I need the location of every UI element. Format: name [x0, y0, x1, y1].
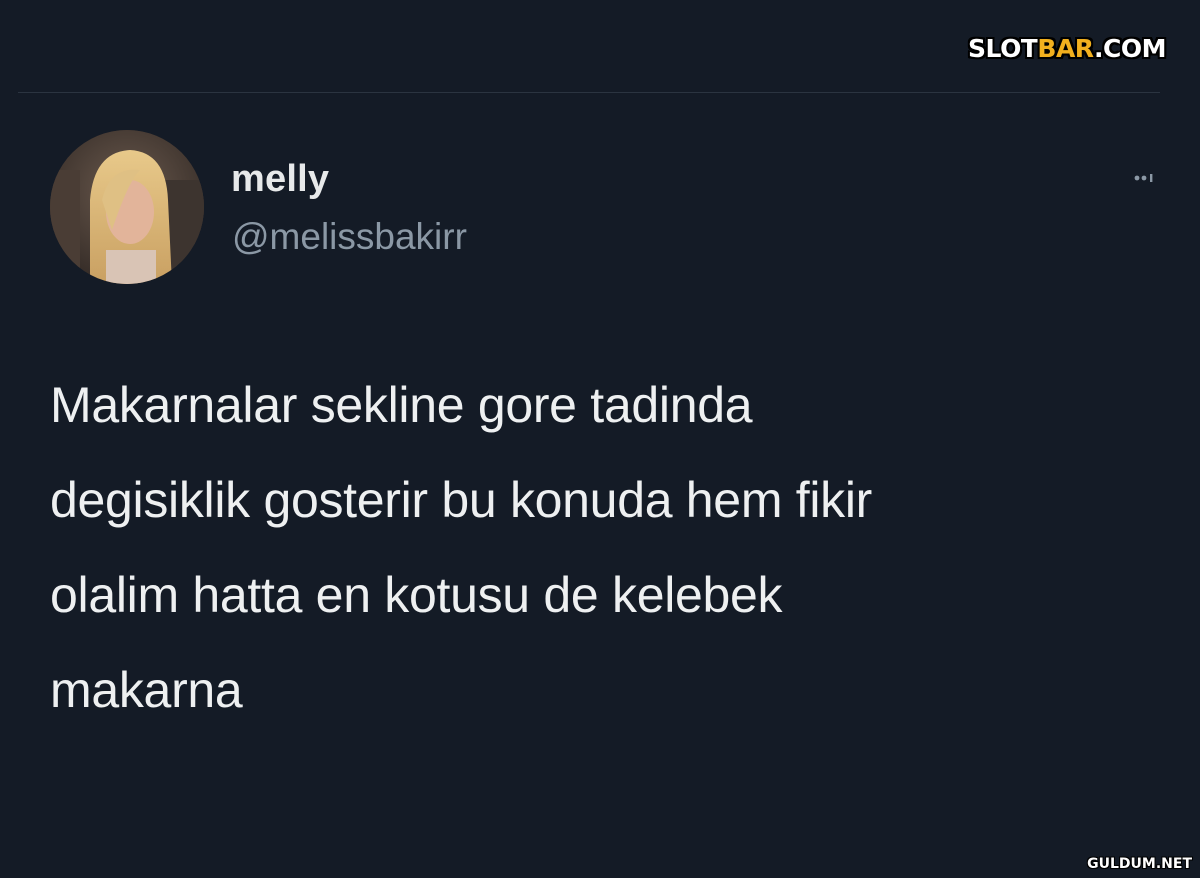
top-divider	[18, 92, 1160, 93]
watermark-part-com: .COM	[1094, 34, 1166, 63]
profile-photo-icon	[50, 130, 204, 284]
slotbar-watermark: SLOTBAR.COM	[968, 34, 1166, 63]
display-name[interactable]: melly	[231, 158, 329, 201]
avatar[interactable]	[50, 130, 204, 284]
tweet-text: Makarnalar sekline gore tadinda degisikl…	[50, 377, 873, 718]
user-handle[interactable]: @melissbakirr	[232, 216, 467, 258]
watermark-part-slot: SLOT	[968, 34, 1038, 63]
watermark-part-bar: BAR	[1037, 34, 1095, 63]
guldum-watermark: GULDUM.NET	[1087, 856, 1192, 872]
more-options-icon[interactable]	[1130, 170, 1156, 186]
